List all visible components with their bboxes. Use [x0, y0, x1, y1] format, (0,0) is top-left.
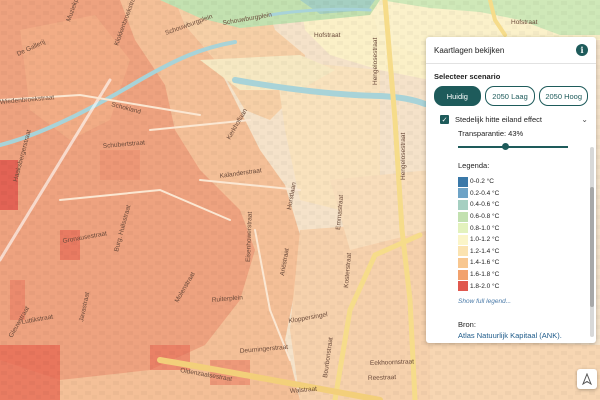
legend-item: 1.0-1.2 °C — [458, 234, 596, 246]
scenario-button-2050-laag[interactable]: 2050 Laag — [484, 86, 536, 106]
legend-item: 0.4-0.6 °C — [458, 199, 596, 211]
layer-checkbox[interactable]: ✓ — [440, 115, 449, 124]
scrollbar-thumb[interactable] — [590, 187, 594, 307]
slider-track — [458, 146, 568, 148]
transparency-label: Transparantie: 43% — [458, 129, 524, 138]
scenario-buttons: Huidig 2050 Laag 2050 Hoog — [426, 81, 596, 106]
legend-item: 0.6-0.8 °C — [458, 211, 596, 223]
legend-item: 0.8-1.0 °C — [458, 222, 596, 234]
legend-swatch — [458, 223, 468, 234]
chevron-down-icon[interactable]: ⌄ — [581, 115, 588, 124]
legend-swatch — [458, 269, 468, 280]
layer-toggle[interactable]: ✓ Stedelijk hitte eiland effect ⌄ — [440, 115, 588, 124]
scenario-label: Selecteer scenario — [434, 72, 501, 81]
panel-header: Kaartlagen bekijken i — [426, 37, 596, 64]
legend-label: 1.8-2.0 °C — [470, 282, 500, 290]
legend-swatch — [458, 199, 468, 210]
legend-label: 1.0-1.2 °C — [470, 236, 500, 244]
legend-item: 1.8-2.0 °C — [458, 280, 596, 292]
north-arrow-icon — [582, 373, 592, 385]
legend-label: 0.8-1.0 °C — [470, 224, 500, 232]
legend-label: 1.6-1.8 °C — [470, 271, 500, 279]
source-link[interactable]: Atlas Natuurlijk Kapitaal (ANK). — [458, 331, 596, 340]
legend-swatch — [458, 257, 468, 268]
info-icon[interactable]: i — [576, 44, 588, 56]
legend-label: 1.2-1.4 °C — [470, 247, 500, 255]
source-label: Bron: — [458, 319, 476, 329]
legend-title: Legenda: — [458, 161, 490, 170]
legend-label: 0.2-0.4 °C — [470, 189, 500, 197]
legend-swatch — [458, 188, 468, 199]
street-label: Reestraat — [368, 374, 397, 382]
show-full-legend-link[interactable]: Show full legend... — [458, 298, 596, 305]
legend-item: 0-0.2 °C — [458, 176, 596, 188]
north-arrow-button[interactable] — [577, 369, 597, 389]
legend-label: 1.4-1.6 °C — [470, 259, 500, 267]
legend-item: 1.4-1.6 °C — [458, 257, 596, 269]
legend-list: 0-0.2 °C 0.2-0.4 °C 0.4-0.6 °C 0.6-0.8 °… — [458, 176, 596, 292]
street-label: Hofstraat — [314, 32, 341, 39]
panel-scrollbar[interactable] — [590, 147, 594, 337]
legend-swatch — [458, 246, 468, 257]
street-label: Hengelosestraat — [400, 132, 407, 180]
legend-swatch — [458, 176, 468, 187]
legend-swatch — [458, 281, 468, 292]
layer-label: Stedelijk hitte eiland effect — [455, 115, 543, 124]
legend-item: 1.2-1.4 °C — [458, 246, 596, 258]
legend-item: 0.2-0.4 °C — [458, 188, 596, 200]
street-label: Hofstraat — [511, 19, 538, 26]
legend-label: 0.4-0.6 °C — [470, 201, 500, 209]
scenario-button-2050-hoog[interactable]: 2050 Hoog — [539, 86, 588, 106]
street-label: Hengelosestraat — [372, 37, 379, 85]
legend-label: 0-0.2 °C — [470, 178, 494, 186]
panel-title: Kaartlagen bekijken — [434, 45, 505, 55]
slider-thumb[interactable] — [502, 143, 510, 150]
transparency-slider[interactable] — [458, 143, 568, 151]
legend-swatch — [458, 211, 468, 222]
legend-item: 1.6-1.8 °C — [458, 269, 596, 281]
layers-panel: Kaartlagen bekijken i Selecteer scenario… — [426, 37, 596, 343]
scenario-button-huidig[interactable]: Huidig — [434, 86, 481, 106]
legend-swatch — [458, 234, 468, 245]
legend-label: 0.6-0.8 °C — [470, 213, 500, 221]
